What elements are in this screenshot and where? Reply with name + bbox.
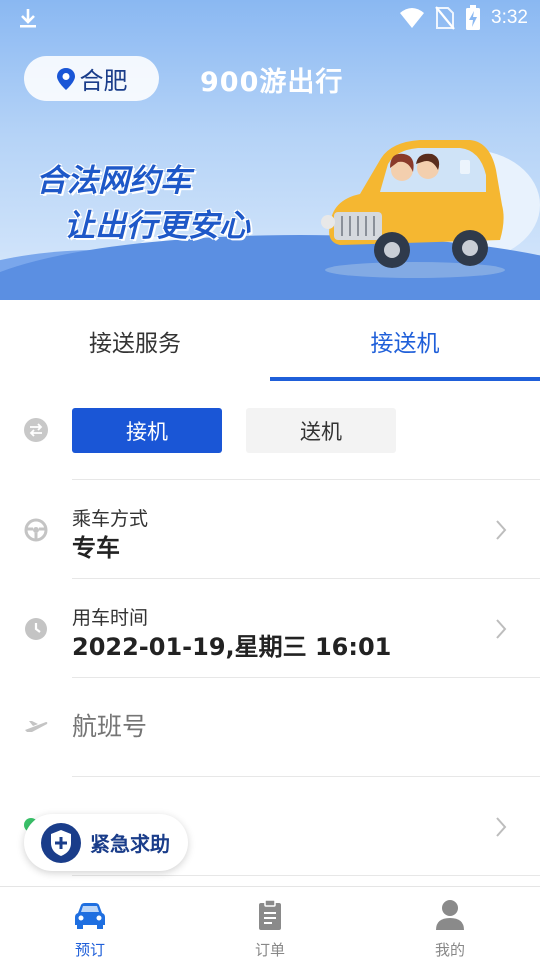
clipboard-icon — [259, 899, 281, 930]
tab-transfer-service[interactable]: 接送服务 — [0, 300, 270, 382]
tab-airport-transfer[interactable]: 接送机 — [270, 300, 540, 382]
swap-icon — [24, 418, 48, 442]
tab-label: 接送服务 — [89, 331, 181, 357]
clock-icon — [25, 618, 47, 640]
divider — [72, 776, 540, 777]
nav-label: 订单 — [254, 941, 285, 959]
ride-type-row[interactable]: 乘车方式 专车 — [0, 480, 540, 578]
emergency-help-label: 紧急求助 — [90, 832, 170, 856]
flight-number-row[interactable] — [0, 678, 540, 776]
slogan-line1: 合法网约车 — [36, 163, 191, 199]
ride-time-label: 用车时间 — [72, 607, 149, 629]
dropoff-label: 送机 — [300, 419, 342, 444]
download-icon — [20, 9, 36, 28]
steering-wheel-icon — [24, 518, 48, 542]
ride-time-row[interactable]: 用车时间 2022-01-19,星期三 16:01 — [0, 579, 540, 677]
status-time: 3:32 — [491, 7, 528, 28]
person-icon — [436, 900, 464, 930]
app-title: 900游出行 — [200, 67, 344, 98]
location-pin-icon — [56, 67, 75, 90]
nav-label: 预订 — [74, 941, 105, 959]
city-name: 合肥 — [79, 67, 128, 95]
pickup-label: 接机 — [126, 419, 168, 444]
nav-book[interactable]: 预订 — [0, 887, 180, 960]
tab-label: 接送机 — [370, 331, 440, 357]
emergency-help-button[interactable]: 紧急求助 — [24, 814, 188, 871]
flight-number-input[interactable] — [72, 712, 452, 741]
nav-orders[interactable]: 订单 — [180, 887, 360, 960]
bottom-navigation: 预订 订单 我的 — [0, 886, 540, 960]
nav-profile[interactable]: 我的 — [360, 887, 540, 960]
shield-plus-icon — [41, 822, 81, 863]
wifi-icon — [400, 8, 425, 28]
airplane-icon — [25, 721, 48, 732]
dropoff-button[interactable]: 送机 — [246, 408, 396, 453]
ride-type-label: 乘车方式 — [72, 508, 149, 530]
nav-label: 我的 — [434, 941, 465, 959]
header-banner: 3:32 合肥 900游出行 合法网约车 让出行更安心 — [0, 0, 540, 300]
status-bar: 3:32 — [0, 0, 540, 36]
chevron-right-icon[interactable] — [494, 815, 508, 839]
car-illustration — [321, 140, 505, 278]
battery-charging-icon — [466, 5, 481, 30]
chevron-right-icon — [496, 520, 507, 540]
active-tab-indicator — [270, 377, 540, 381]
car-icon — [75, 903, 105, 929]
ride-time-value: 2022-01-19,星期三 16:01 — [72, 633, 392, 661]
city-selector[interactable]: 合肥 — [24, 56, 159, 101]
no-sim-icon — [435, 6, 455, 30]
pickup-button[interactable]: 接机 — [72, 408, 222, 453]
divider — [72, 875, 540, 876]
chevron-right-icon — [496, 619, 507, 639]
slogan-line2: 让出行更安心 — [64, 208, 250, 244]
ride-type-value: 专车 — [72, 534, 120, 562]
service-tabs: 接送服务 接送机 — [0, 300, 540, 382]
